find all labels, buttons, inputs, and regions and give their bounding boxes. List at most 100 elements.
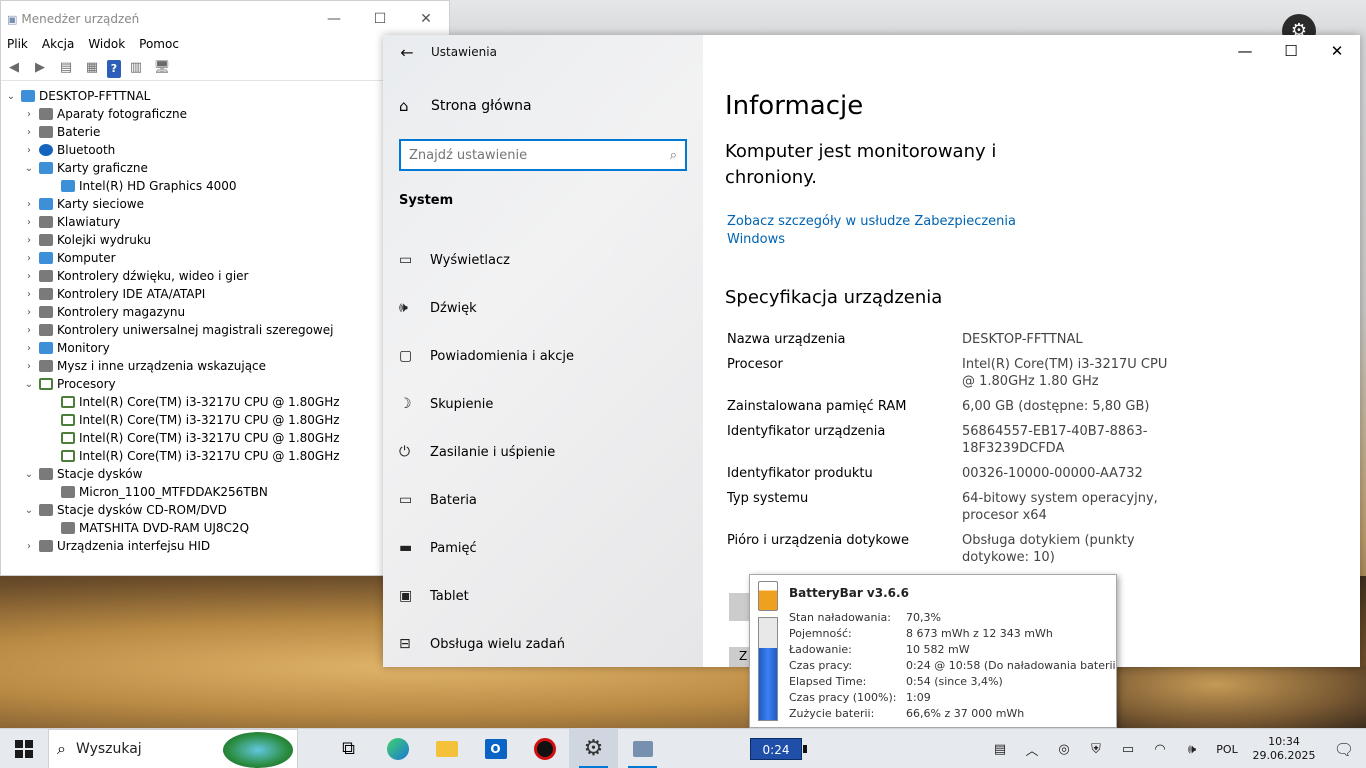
tree-item-label: Monitory bbox=[57, 341, 110, 355]
tree-item[interactable]: MATSHITA DVD-RAM UJ8C2Q bbox=[1, 519, 449, 537]
tree-item[interactable]: Intel(R) Core(TM) i3-3217U CPU @ 1.80GHz bbox=[1, 411, 449, 429]
tree-item[interactable]: › Karty sieciowe bbox=[1, 195, 449, 213]
close-button[interactable]: ✕ bbox=[403, 11, 449, 27]
tree-item[interactable]: › Kontrolery dźwięku, wideo i gier bbox=[1, 267, 449, 285]
notifications-icon[interactable]: 🗨 bbox=[1322, 740, 1366, 759]
back-arrow-icon[interactable]: ◀ bbox=[3, 60, 25, 78]
tree-item[interactable]: › Mysz i inne urządzenia wskazujące bbox=[1, 357, 449, 375]
tree-item[interactable]: › Baterie bbox=[1, 123, 449, 141]
settings-search-box[interactable]: ⌕ bbox=[399, 139, 687, 171]
tree-item[interactable]: ⌄ Stacje dysków CD-ROM/DVD bbox=[1, 501, 449, 519]
chevron-right-icon[interactable]: › bbox=[23, 145, 35, 156]
ide-controller-icon bbox=[39, 288, 53, 300]
tree-item[interactable]: › Klawiatury bbox=[1, 213, 449, 231]
update-driver-icon[interactable]: ▥ bbox=[125, 60, 147, 78]
chevron-up-icon[interactable]: ︿ bbox=[1016, 740, 1048, 759]
task-view-button[interactable]: ⧉ bbox=[324, 729, 373, 768]
tree-item[interactable]: › Kolejki wydruku bbox=[1, 231, 449, 249]
menu-help[interactable]: Pomoc bbox=[139, 37, 179, 57]
chevron-right-icon[interactable]: › bbox=[23, 235, 35, 246]
red-app-button[interactable] bbox=[520, 729, 569, 768]
tree-item[interactable]: Intel(R) Core(TM) i3-3217U CPU @ 1.80GHz bbox=[1, 393, 449, 411]
chevron-right-icon[interactable]: › bbox=[23, 127, 35, 138]
minimize-button[interactable]: — bbox=[311, 11, 357, 27]
tree-item[interactable]: › Kontrolery uniwersalnej magistrali szer… bbox=[1, 321, 449, 339]
close-button[interactable]: ✕ bbox=[1314, 35, 1360, 67]
tree-item[interactable]: › Kontrolery magazynu bbox=[1, 303, 449, 321]
nav-item[interactable]: ⊟ Obsługa wielu zadań bbox=[399, 620, 574, 668]
back-button[interactable]: ← bbox=[383, 43, 431, 62]
tree-item[interactable]: › Kontrolery IDE ATA/ATAPI bbox=[1, 285, 449, 303]
edge-button[interactable] bbox=[373, 729, 422, 768]
scan-hardware-icon[interactable]: 🖥 bbox=[151, 60, 173, 78]
chevron-right-icon[interactable]: › bbox=[23, 199, 35, 210]
security-icon[interactable]: ⛨ bbox=[1080, 742, 1112, 757]
tree-item[interactable]: › Aparaty fotograficzne bbox=[1, 105, 449, 123]
chevron-right-icon[interactable]: › bbox=[23, 217, 35, 228]
details-icon[interactable]: ▦ bbox=[81, 60, 103, 78]
tree-item[interactable]: Micron_1100_MTFDDAK256TBN bbox=[1, 483, 449, 501]
chevron-right-icon[interactable]: › bbox=[23, 109, 35, 120]
chevron-right-icon[interactable]: › bbox=[23, 307, 35, 318]
chevron-down-icon[interactable]: ⌄ bbox=[23, 505, 35, 516]
volume-icon[interactable]: 🕪 bbox=[1176, 742, 1208, 757]
chevron-right-icon[interactable]: › bbox=[23, 343, 35, 354]
chevron-right-icon[interactable]: › bbox=[23, 289, 35, 300]
chevron-right-icon[interactable]: › bbox=[23, 253, 35, 264]
chevron-down-icon[interactable]: ⌄ bbox=[23, 379, 35, 390]
chevron-right-icon[interactable]: › bbox=[23, 541, 35, 552]
tree-root[interactable]: ⌄ DESKTOP-FFTTNAL bbox=[1, 87, 449, 105]
home-link[interactable]: ⌂ Strona główna bbox=[399, 97, 532, 115]
settings-search-input[interactable] bbox=[409, 147, 670, 163]
taskbar-search[interactable]: ⌕ Wyszukaj bbox=[48, 728, 298, 768]
menu-action[interactable]: Akcja bbox=[42, 37, 74, 57]
chevron-right-icon[interactable]: › bbox=[23, 325, 35, 336]
clock[interactable]: 10:34 29.06.2025 bbox=[1246, 735, 1322, 763]
device-manager-taskbar-button[interactable] bbox=[618, 729, 667, 768]
tree-item[interactable]: Intel(R) HD Graphics 4000 bbox=[1, 177, 449, 195]
forward-arrow-icon[interactable]: ▶ bbox=[29, 60, 51, 78]
properties-icon[interactable]: ▤ bbox=[55, 60, 77, 78]
outlook-button[interactable]: O bbox=[471, 729, 520, 768]
tree-item-label: Urządzenia interfejsu HID bbox=[57, 539, 211, 553]
chevron-right-icon[interactable]: › bbox=[23, 271, 35, 282]
nav-item[interactable]: ▣ Tablet bbox=[399, 572, 574, 620]
nav-item[interactable]: ▬ Pamięć bbox=[399, 524, 574, 572]
nav-item[interactable]: ⏻ Zasilanie i uśpienie bbox=[399, 428, 574, 476]
maximize-button[interactable]: ☐ bbox=[357, 11, 403, 27]
tree-item[interactable]: Intel(R) Core(TM) i3-3217U CPU @ 1.80GHz bbox=[1, 447, 449, 465]
chevron-right-icon[interactable]: › bbox=[23, 361, 35, 372]
webcam-icon[interactable]: ◎ bbox=[1048, 742, 1080, 757]
wifi-icon[interactable]: ◠ bbox=[1144, 742, 1176, 757]
chevron-down-icon[interactable]: ⌄ bbox=[23, 469, 35, 480]
file-explorer-button[interactable] bbox=[422, 729, 471, 768]
spec-key: Zainstalowana pamięć RAM bbox=[727, 399, 907, 414]
chevron-down-icon[interactable]: ⌄ bbox=[23, 163, 35, 174]
tree-item[interactable]: › Bluetooth bbox=[1, 141, 449, 159]
battery-tray-icon[interactable]: ▭ bbox=[1112, 742, 1144, 757]
tree-item[interactable]: › Monitory bbox=[1, 339, 449, 357]
chevron-down-icon[interactable]: ⌄ bbox=[5, 91, 17, 102]
tree-item[interactable]: › Urządzenia interfejsu HID bbox=[1, 537, 449, 555]
menu-file[interactable]: Plik bbox=[7, 37, 28, 57]
tree-item[interactable]: ⌄ Stacje dysków bbox=[1, 465, 449, 483]
tree-item[interactable]: Intel(R) Core(TM) i3-3217U CPU @ 1.80GHz bbox=[1, 429, 449, 447]
maximize-button[interactable]: ☐ bbox=[1268, 35, 1314, 67]
nav-item[interactable]: 🕪 Dźwięk bbox=[399, 284, 574, 332]
minimize-button[interactable]: — bbox=[1222, 35, 1268, 67]
nav-item[interactable]: ▭ Wyświetlacz bbox=[399, 236, 574, 284]
nav-item[interactable]: ☽ Skupienie bbox=[399, 380, 574, 428]
news-icon[interactable]: ▤ bbox=[984, 742, 1016, 757]
security-details-link[interactable]: Zobacz szczegóły w usłudze Zabezpieczeni… bbox=[727, 213, 1027, 249]
tree-item[interactable]: › Komputer bbox=[1, 249, 449, 267]
menu-view[interactable]: Widok bbox=[88, 37, 125, 57]
batterybar-taskbar-meter[interactable]: 0:24 bbox=[750, 738, 807, 760]
settings-taskbar-button[interactable]: ⚙ bbox=[569, 728, 618, 768]
help-icon[interactable]: ? bbox=[107, 59, 121, 78]
language-indicator[interactable]: POL bbox=[1208, 743, 1246, 756]
tree-item[interactable]: ⌄ Karty graficzne bbox=[1, 159, 449, 177]
start-button[interactable] bbox=[0, 729, 48, 768]
nav-item[interactable]: ▭ Bateria bbox=[399, 476, 574, 524]
tree-item[interactable]: ⌄ Procesory bbox=[1, 375, 449, 393]
nav-item[interactable]: ▢ Powiadomienia i akcje bbox=[399, 332, 574, 380]
